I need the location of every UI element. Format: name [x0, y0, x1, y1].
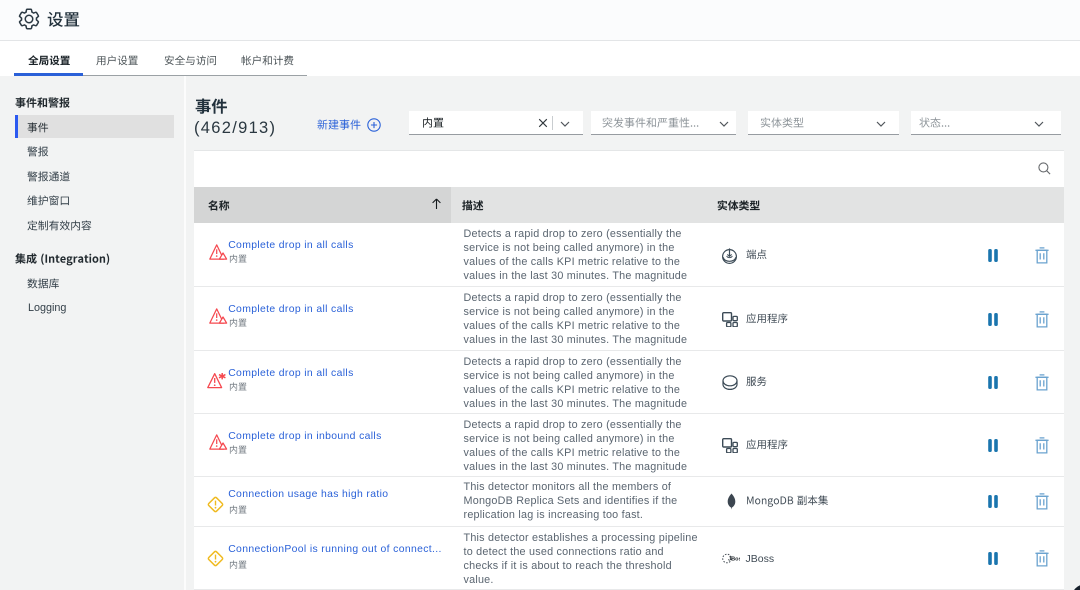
- svg-text:JBoss: JBoss: [728, 557, 740, 563]
